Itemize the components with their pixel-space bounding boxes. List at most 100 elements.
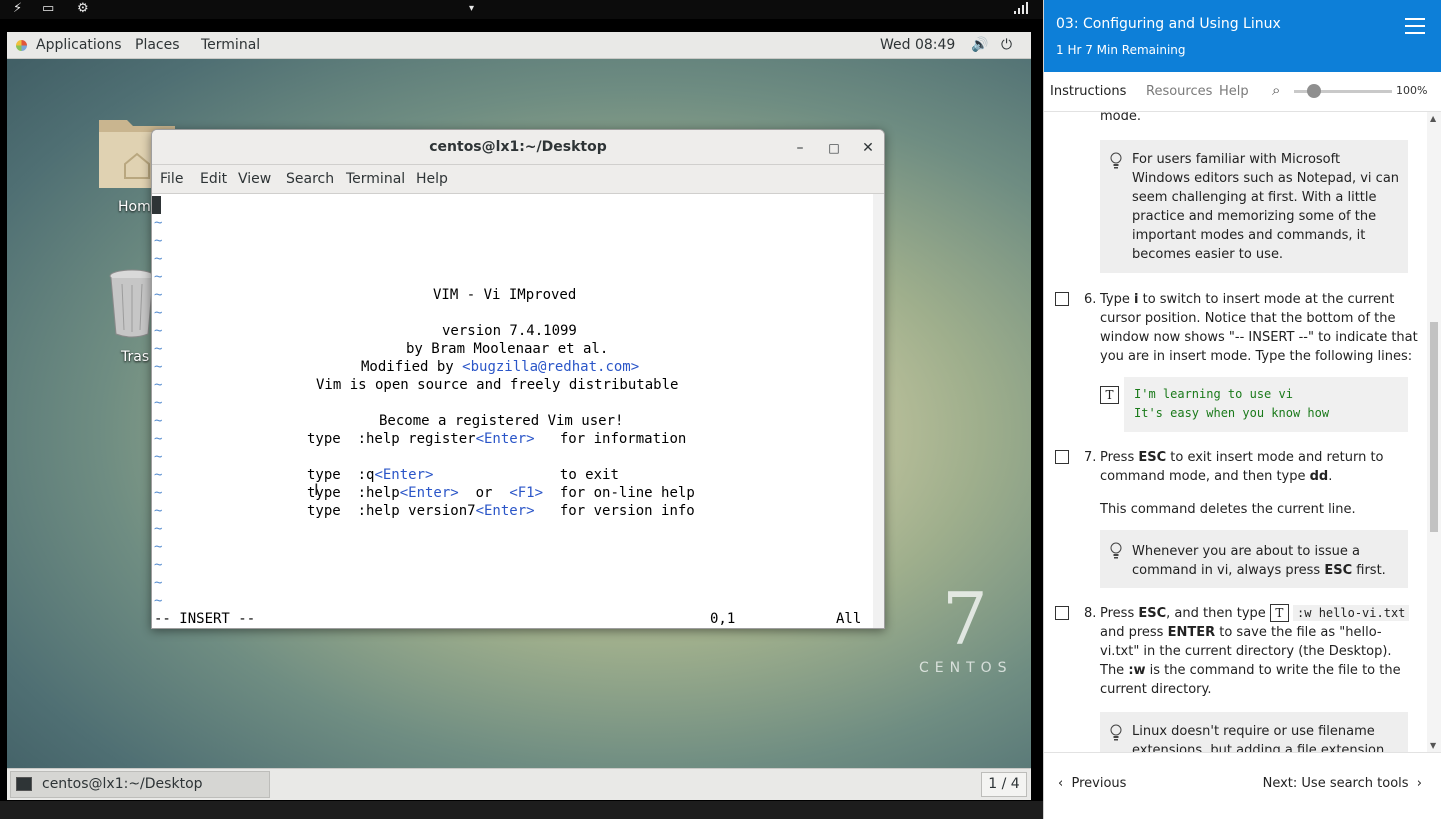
taskbar-item-label: centos@lx1:~/Desktop	[42, 776, 203, 792]
vim-line: version 7.4.1099	[442, 323, 577, 339]
trash-icon[interactable]	[107, 268, 157, 340]
gnome-taskbar: centos@lx1:~/Desktop 1 / 4	[7, 768, 1031, 800]
vim-tilde: ~	[154, 539, 163, 555]
code-line-1: I'm learning to use vi	[1134, 387, 1293, 401]
centos-brand-number: 7	[942, 577, 988, 661]
places-menu[interactable]: Places	[135, 37, 180, 53]
vim-tilde: ~	[154, 413, 163, 429]
code-line-2: It's easy when you know how	[1134, 406, 1330, 420]
close-icon[interactable]: ✕	[858, 138, 878, 158]
terminal-scrollbar[interactable]	[873, 194, 884, 628]
lightbulb-icon	[1110, 724, 1122, 742]
step-number: 7.	[1084, 450, 1097, 465]
menu-terminal[interactable]: Terminal	[346, 171, 405, 187]
vim-line: Modified by <bugzilla@redhat.com>	[361, 359, 640, 375]
tab-help[interactable]: Help	[1219, 84, 1249, 99]
code-block[interactable]: T I'm learning to use vi It's easy when …	[1100, 377, 1408, 432]
volume-icon[interactable]: 🔊	[971, 37, 988, 53]
step-text: Press ESC, and then type T :w hello-vi.t…	[1100, 604, 1418, 699]
vim-tilde: ~	[154, 521, 163, 537]
tip-text: Whenever you are about to issue a comman…	[1132, 544, 1386, 578]
tab-resources[interactable]: Resources	[1146, 84, 1212, 99]
vim-tilde: ~	[154, 557, 163, 573]
gnome-top-bar: Applications Places Terminal Wed 08:49 🔊…	[7, 32, 1031, 59]
tip-text: Linux doesn't require or use filename ex…	[1132, 724, 1385, 752]
type-text-icon[interactable]: T	[1100, 386, 1119, 404]
panel-tabs: Instructions Resources Help ⌕ 100%	[1044, 72, 1441, 112]
zoom-slider-thumb[interactable]	[1306, 84, 1321, 98]
maximize-icon[interactable]: □	[824, 138, 844, 158]
tip-text: For users familiar with Microsoft Window…	[1132, 152, 1400, 262]
bolt-icon[interactable]: ⚡	[13, 2, 22, 16]
inline-code[interactable]: :w hello-vi.txt	[1293, 605, 1410, 621]
vim-tilde: ~	[154, 575, 163, 591]
menu-edit[interactable]: Edit	[200, 171, 227, 187]
applications-menu[interactable]: Applications	[36, 37, 122, 53]
vim-tilde: ~	[154, 269, 163, 285]
vim-tilde: ~	[154, 341, 163, 357]
search-icon[interactable]: ⌕	[1272, 81, 1280, 99]
scroll-up-icon[interactable]: ▲	[1430, 114, 1436, 123]
next-button[interactable]: Next: Use search tools ›	[1263, 776, 1422, 791]
vim-tilde: ~	[154, 251, 163, 267]
taskbar-item-terminal[interactable]: centos@lx1:~/Desktop	[10, 771, 270, 798]
vim-tilde: ~	[154, 485, 163, 501]
menu-search[interactable]: Search	[286, 171, 334, 187]
panel-scroll-thumb[interactable]	[1430, 322, 1438, 532]
pin-icon[interactable]: ▾	[469, 2, 474, 16]
previous-button[interactable]: ‹ Previous	[1058, 776, 1126, 791]
tip-note: Linux doesn't require or use filename ex…	[1100, 712, 1408, 752]
vim-tilde: ~	[154, 377, 163, 393]
vim-scroll-indicator: All	[836, 611, 862, 627]
workspace-indicator[interactable]: 1 / 4	[981, 772, 1027, 797]
vim-tilde: ~	[154, 305, 163, 321]
vim-cursor-position: 0,1	[710, 611, 736, 627]
step-number: 6.	[1084, 292, 1097, 307]
terminal-title: centos@lx1:~/Desktop	[429, 139, 607, 155]
menu-view[interactable]: View	[238, 171, 271, 187]
power-icon[interactable]: ⏻	[1001, 37, 1012, 53]
vim-tilde: ~	[154, 449, 163, 465]
lab-instructions-panel: 03: Configuring and Using Linux 1 Hr 7 M…	[1043, 0, 1441, 819]
vim-line: Vim is open source and freely distributa…	[316, 377, 679, 393]
hamburger-menu-icon[interactable]	[1405, 18, 1425, 34]
type-text-icon[interactable]: T	[1269, 604, 1289, 622]
lab-title: 03: Configuring and Using Linux	[1056, 16, 1281, 32]
lightbulb-icon	[1110, 542, 1122, 560]
scroll-down-icon[interactable]: ▼	[1430, 741, 1436, 750]
tip-note: Whenever you are about to issue a comman…	[1100, 530, 1408, 588]
menu-help[interactable]: Help	[416, 171, 448, 187]
vim-tilde: ~	[154, 323, 163, 339]
step-checkbox[interactable]	[1055, 292, 1069, 306]
tip-note: For users familiar with Microsoft Window…	[1100, 140, 1408, 273]
step-checkbox[interactable]	[1055, 606, 1069, 620]
vim-tilde: ~	[154, 395, 163, 411]
terminal-window[interactable]: centos@lx1:~/Desktop – □ ✕ File Edit Vie…	[151, 129, 885, 629]
vim-tilde: ~	[154, 359, 163, 375]
host-bottom-strip	[0, 801, 1043, 819]
text-cursor	[152, 196, 161, 214]
panel-scrollbar[interactable]: ▲ ▼	[1427, 112, 1441, 752]
step-checkbox[interactable]	[1055, 450, 1069, 464]
vm-screen[interactable]: Applications Places Terminal Wed 08:49 🔊…	[7, 32, 1031, 800]
lightbulb-icon	[1110, 152, 1122, 170]
minimize-icon[interactable]: –	[790, 138, 810, 158]
vim-editor-area[interactable]: VIM - Vi IMproved version 7.4.1099 by Bram…	[152, 194, 875, 628]
vim-tilde: ~	[154, 593, 163, 609]
clock[interactable]: Wed 08:49	[880, 37, 955, 53]
text-fragment: mode.	[1100, 112, 1141, 124]
vim-line: Become a registered Vim user!	[379, 413, 624, 429]
vim-tilde: ~	[154, 215, 163, 231]
menu-file[interactable]: File	[160, 171, 183, 187]
vim-line: VIM - Vi IMproved	[433, 287, 577, 303]
vim-line: by Bram Moolenaar et al.	[406, 341, 609, 357]
settings-gear-icon[interactable]: ⚙	[77, 2, 89, 16]
monitor-icon[interactable]: ▭	[42, 2, 54, 16]
host-toolbar: ⚡ ▭ ⚙ ▾	[0, 0, 1043, 19]
terminal-app-menu[interactable]: Terminal	[201, 37, 260, 53]
vim-tilde: ~	[154, 287, 163, 303]
tab-instructions[interactable]: Instructions	[1050, 84, 1126, 99]
vim-mode-indicator: -- INSERT --	[154, 611, 256, 627]
step-extra-text: This command deletes the current line.	[1100, 502, 1356, 517]
terminal-titlebar[interactable]: centos@lx1:~/Desktop – □ ✕	[152, 130, 884, 165]
